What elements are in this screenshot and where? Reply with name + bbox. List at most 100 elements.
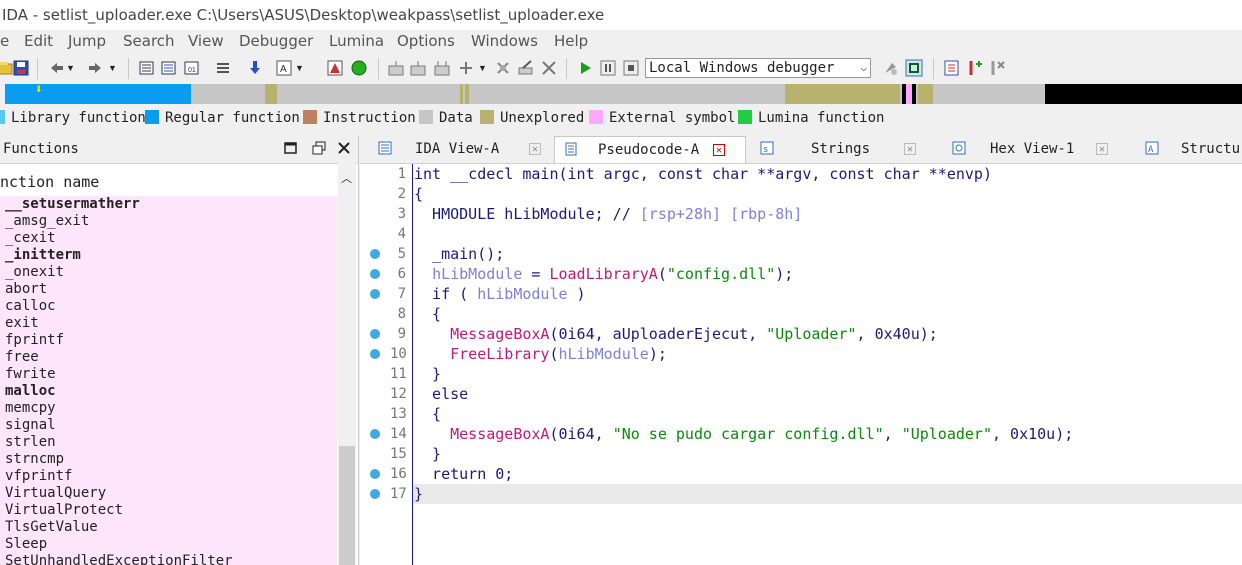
tab-pseudocode-a[interactable]: Pseudocode-A ✕	[554, 136, 746, 163]
back-dropdown-icon[interactable]: ▼	[66, 59, 84, 77]
code-line[interactable]: 7 if ( hLibModule )	[360, 284, 1242, 304]
close-tab-icon[interactable]: ✕	[529, 143, 541, 155]
code-line[interactable]: 1 int __cdecl main(int argc, const char …	[360, 164, 1242, 184]
function-item[interactable]: _amsg_exit	[0, 213, 337, 230]
breakpoint-icon[interactable]	[387, 59, 405, 77]
debugger-select[interactable]: Local Windows debugger ⌵	[645, 58, 871, 78]
forward-dropdown-icon[interactable]: ▼	[108, 59, 126, 77]
forward-arrow-icon[interactable]	[86, 59, 104, 77]
step-into-icon[interactable]	[409, 59, 427, 77]
process-options-icon[interactable]	[905, 59, 923, 77]
function-item[interactable]: fprintf	[0, 332, 337, 349]
text-view-dropdown-icon[interactable]: ▼	[295, 59, 313, 77]
code-text[interactable]: {	[414, 404, 441, 424]
cross-references-icon[interactable]	[214, 59, 232, 77]
code-text[interactable]: _main();	[414, 244, 504, 264]
tab-structures[interactable]: A Structur	[1137, 136, 1242, 163]
menu-search[interactable]: Search	[123, 32, 175, 50]
breakpoint-dot-icon[interactable]	[370, 289, 380, 299]
code-line[interactable]: 17 }	[360, 484, 1242, 504]
maximize-icon[interactable]	[283, 140, 299, 156]
function-item[interactable]: abort	[0, 281, 337, 298]
text-view-icon[interactable]: A	[275, 59, 293, 77]
code-line[interactable]: 13 {	[360, 404, 1242, 424]
function-item[interactable]: vfprintf	[0, 468, 337, 485]
function-item[interactable]: exit	[0, 315, 337, 332]
close-tab-icon[interactable]: ✕	[713, 144, 725, 156]
function-name-column-header[interactable]: nction name	[0, 173, 99, 191]
function-item[interactable]: VirtualQuery	[0, 485, 337, 502]
function-item[interactable]: Sleep	[0, 536, 337, 553]
function-item[interactable]: _cexit	[0, 230, 337, 247]
close-icon[interactable]	[336, 140, 352, 156]
tab-ida-view-a[interactable]: IDA View-A ✕	[368, 136, 546, 163]
graph-overview-icon[interactable]	[326, 59, 344, 77]
functions-scrollbar[interactable]: ︿	[338, 163, 356, 565]
start-debug-play-icon[interactable]	[576, 59, 594, 77]
list-segments-icon[interactable]: 01	[183, 59, 201, 77]
menu-jump[interactable]: Jump	[68, 32, 106, 50]
menu-view[interactable]: View	[188, 32, 224, 50]
jump-down-icon[interactable]	[246, 59, 264, 77]
back-arrow-icon[interactable]	[48, 59, 66, 77]
lumina-green-circle-icon[interactable]	[350, 59, 368, 77]
function-item[interactable]: strlen	[0, 434, 337, 451]
menu-file[interactable]: e	[0, 32, 9, 50]
code-line[interactable]: 9 MessageBoxA(0i64, aUploaderEjecut, "Up…	[360, 324, 1242, 344]
function-item[interactable]: SetUnhandledExceptionFilter	[0, 553, 337, 565]
breakpoint-dot-icon[interactable]	[370, 489, 380, 499]
close-x-icon[interactable]	[540, 59, 558, 77]
menu-help[interactable]: Help	[554, 32, 588, 50]
function-item[interactable]: malloc	[0, 383, 337, 400]
breakpoint-dot-icon[interactable]	[370, 469, 380, 479]
list-names-icon[interactable]	[138, 59, 156, 77]
code-text[interactable]: }	[414, 444, 441, 464]
code-line[interactable]: 6 hLibModule = LoadLibraryA("config.dll"…	[360, 264, 1242, 284]
code-line[interactable]: 10 FreeLibrary(hLibModule);	[360, 344, 1242, 364]
code-line[interactable]: 8 {	[360, 304, 1242, 324]
code-line[interactable]: 16 return 0;	[360, 464, 1242, 484]
tracing-icon[interactable]	[494, 59, 512, 77]
code-line[interactable]: 14 MessageBoxA(0i64, "No se pudo cargar …	[360, 424, 1242, 444]
breakpoint-list-icon[interactable]	[943, 59, 961, 77]
navigation-band[interactable]: ⬇	[5, 84, 1242, 104]
code-line[interactable]: 4	[360, 224, 1242, 244]
code-text[interactable]: MessageBoxA(0i64, "No se pudo cargar con…	[414, 424, 1073, 444]
code-text[interactable]: }	[414, 484, 423, 504]
code-text[interactable]: FreeLibrary(hLibModule);	[414, 344, 667, 364]
scrollbar-thumb[interactable]	[339, 446, 355, 565]
code-text[interactable]: {	[414, 184, 423, 204]
code-line[interactable]: 2 {	[360, 184, 1242, 204]
list-functions-icon[interactable]	[160, 59, 178, 77]
pen-icon[interactable]	[517, 59, 535, 77]
functions-list[interactable]: __setusermatherr _amsg_exit _cexit _init…	[0, 196, 337, 565]
menu-options[interactable]: Options	[397, 32, 455, 50]
breakpoint-dot-icon[interactable]	[370, 249, 380, 259]
add-breakpoint-icon[interactable]	[966, 59, 984, 77]
menu-edit[interactable]: Edit	[24, 32, 53, 50]
function-item[interactable]: memcpy	[0, 400, 337, 417]
code-text[interactable]: HMODULE hLibModule; // [rsp+28h] [rbp-8h…	[414, 204, 802, 224]
step-over-icon[interactable]	[433, 59, 451, 77]
breakpoint-dot-icon[interactable]	[370, 349, 380, 359]
breakpoint-dot-icon[interactable]	[370, 269, 380, 279]
add-watch-icon[interactable]	[457, 59, 475, 77]
code-text[interactable]: if ( hLibModule )	[414, 284, 586, 304]
pause-icon[interactable]	[599, 59, 617, 77]
chevron-up-icon[interactable]: ︿	[341, 170, 352, 186]
menu-lumina[interactable]: Lumina	[329, 32, 384, 50]
function-item[interactable]: _initterm	[0, 247, 337, 264]
function-item[interactable]: _onexit	[0, 264, 337, 281]
code-text[interactable]: else	[414, 384, 468, 404]
code-text[interactable]: MessageBoxA(0i64, aUploaderEjecut, "Uplo…	[414, 324, 938, 344]
tab-hex-view-1[interactable]: Hex View-1 ✕	[943, 136, 1119, 163]
function-item[interactable]: calloc	[0, 298, 337, 315]
tab-strings[interactable]: s Strings ✕	[754, 136, 926, 163]
code-text[interactable]: return 0;	[414, 464, 513, 484]
breakpoint-dot-icon[interactable]	[370, 329, 380, 339]
code-line[interactable]: 15 }	[360, 444, 1242, 464]
code-text[interactable]: {	[414, 304, 441, 324]
attach-process-icon[interactable]	[882, 59, 900, 77]
code-line[interactable]: 5 _main();	[360, 244, 1242, 264]
close-tab-icon[interactable]: ✕	[1096, 143, 1108, 155]
